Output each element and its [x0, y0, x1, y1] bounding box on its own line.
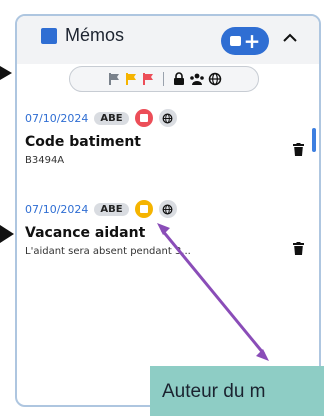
annotation-arrow — [157, 223, 269, 361]
